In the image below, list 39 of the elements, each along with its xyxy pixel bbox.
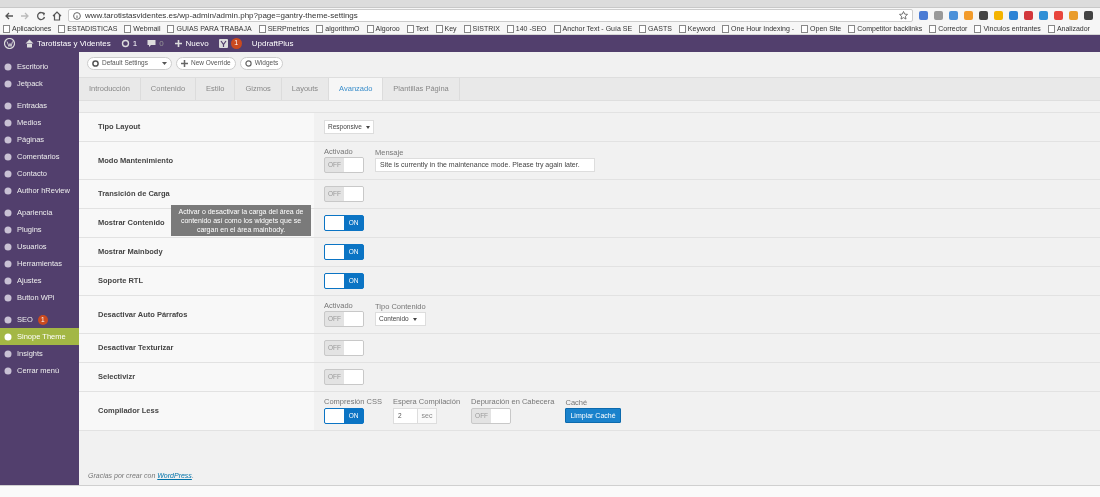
home-icon[interactable] — [52, 10, 62, 21]
y-logo-icon[interactable] — [218, 39, 228, 48]
dot-icon — [4, 293, 12, 302]
dot-icon — [4, 208, 12, 217]
plus-icon — [173, 39, 183, 48]
dot-icon — [4, 349, 12, 358]
dot-icon — [4, 315, 12, 324]
dot-icon — [4, 259, 12, 268]
dot-icon — [4, 186, 12, 195]
dot-icon — [4, 332, 12, 341]
address-field[interactable]: www.tarotistasvidentes.es/wp-admin/admin.php?page=gantry-theme-settings — [68, 9, 913, 22]
home-icon — [25, 39, 34, 48]
dot-icon — [4, 225, 12, 234]
refresh-icon — [120, 39, 130, 48]
dot-icon — [4, 242, 12, 251]
dot-icon — [4, 101, 12, 110]
caret-icon — [162, 61, 167, 65]
back-icon[interactable] — [4, 10, 14, 21]
admin-bar-link[interactable]: Nuevo — [173, 37, 209, 50]
reload-icon[interactable] — [36, 10, 46, 21]
info-icon[interactable] — [73, 11, 81, 20]
plus-icon — [181, 59, 188, 67]
dot-icon — [4, 62, 12, 71]
caret-icon — [365, 125, 370, 129]
caret-icon — [412, 317, 417, 321]
dot-icon — [4, 118, 12, 127]
dot-icon — [4, 169, 12, 178]
comment-icon — [147, 39, 157, 48]
extension-icons-drawing[interactable] — [919, 10, 1096, 21]
dot-icon — [4, 276, 12, 285]
admin-bar-link[interactable]: Tarotistas y Videntes — [25, 37, 111, 50]
dot-icon — [4, 152, 12, 161]
dot-icon — [4, 366, 12, 375]
star-icon[interactable] — [899, 11, 908, 20]
admin-bar-link[interactable]: UpdraftPlus — [251, 37, 294, 50]
admin-bar-link[interactable]: 1 — [120, 37, 138, 50]
dot-icon — [4, 79, 12, 88]
dot-icon — [4, 135, 12, 144]
wordpress-logo-icon[interactable] — [4, 38, 15, 49]
